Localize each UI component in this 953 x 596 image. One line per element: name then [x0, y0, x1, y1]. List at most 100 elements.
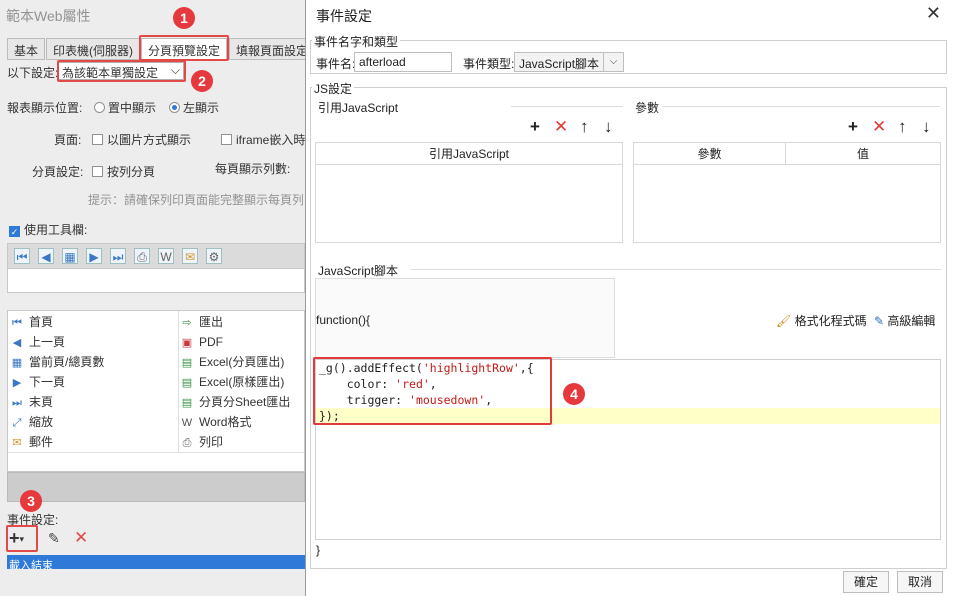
- js-script-label: JavaScript腳本: [318, 264, 399, 278]
- event-type-label: 事件類型:: [463, 57, 515, 71]
- advanced-edit-button[interactable]: ✎ 高級編輯: [874, 312, 935, 329]
- list-item-label: 首頁: [29, 315, 54, 329]
- divider: [411, 269, 941, 270]
- value-column-header[interactable]: 值: [786, 143, 940, 165]
- remove-js-icon[interactable]: ✕: [554, 118, 568, 136]
- event-type-select[interactable]: JavaScript腳本 ⌵: [514, 52, 624, 72]
- tab-fill-page[interactable]: 填報頁面設定: [229, 38, 316, 60]
- step-badge-2: 2: [191, 70, 213, 92]
- list-item[interactable]: ▤ Excel(分頁匯出): [180, 352, 285, 372]
- hint-text: 提示：請確保列印頁面能完整顯示每頁列: [88, 193, 303, 207]
- event-name-input[interactable]: afterload: [354, 52, 452, 72]
- add-js-icon[interactable]: +: [530, 118, 540, 136]
- event-type-value: JavaScript腳本: [519, 57, 600, 71]
- page-image-label: 以圖片方式顯示: [107, 133, 192, 147]
- export-icon: ⇨: [182, 317, 192, 329]
- list-item[interactable]: ▦ 當前頁/總頁數: [10, 352, 105, 372]
- gear-icon[interactable]: ⚙: [206, 248, 222, 264]
- params-table[interactable]: 參數 值: [633, 142, 941, 243]
- tab-basic[interactable]: 基本: [7, 38, 46, 60]
- first-page-icon[interactable]: ⏮: [14, 248, 30, 264]
- checkbox-icon: [92, 134, 103, 145]
- toolbar-preview: ⏮ ◀ ▦ ▶ ⏭ ⎙ W ✉ ⚙: [7, 243, 305, 269]
- event-settings-dialog: 事件設定 ✕ 事件名字和類型 事件名: afterload 事件類型: Java…: [305, 0, 953, 596]
- mail-icon[interactable]: ✉: [182, 248, 198, 264]
- list-item-label: 當前頁/總頁數: [29, 355, 105, 369]
- radio-left[interactable]: 左顯示: [169, 99, 219, 116]
- list-item[interactable]: ▣ PDF: [180, 332, 223, 352]
- highlight-box-4: [313, 357, 552, 425]
- next-page-icon[interactable]: ▶: [86, 248, 102, 264]
- move-up-icon[interactable]: ↑: [580, 118, 589, 136]
- params-column-header[interactable]: 參數: [634, 143, 786, 165]
- print-icon[interactable]: ⎙: [134, 248, 150, 264]
- list-item[interactable]: ▤ 分頁分Sheet匯出: [180, 392, 291, 412]
- list-item[interactable]: ▤ Excel(原樣匯出): [180, 372, 285, 392]
- edit-pencil-icon[interactable]: ✎: [48, 530, 60, 547]
- format-code-label: 格式化程式碼: [794, 314, 867, 328]
- page-iframe-checkbox[interactable]: iframe嵌入時: [221, 131, 305, 148]
- web-properties-window: 範本Web屬性 基本 印表機(伺服器) 分頁預覽設定 填報頁面設定 以下設定: …: [0, 0, 316, 596]
- function-open-text: function(){: [316, 313, 371, 327]
- page-count-icon[interactable]: ▦: [62, 248, 78, 264]
- highlight-box-2: [57, 60, 186, 82]
- last-page-icon: ⏭: [12, 397, 22, 409]
- function-close-text: }: [316, 543, 321, 557]
- cancel-button[interactable]: 取消: [897, 571, 943, 593]
- report-position-label: 報表顯示位置:: [7, 101, 83, 115]
- checkbox-icon: [92, 166, 103, 177]
- list-item-label: 縮放: [29, 415, 54, 429]
- format-code-button[interactable]: 🖌 格式化程式碼: [776, 312, 867, 329]
- page-image-checkbox[interactable]: 以圖片方式顯示: [92, 131, 191, 148]
- toolbar-blank-row: [7, 269, 305, 293]
- list-item[interactable]: W Word格式: [180, 412, 252, 432]
- list-item[interactable]: ▶ 下一頁: [10, 372, 65, 392]
- paging-column-checkbox[interactable]: 按列分頁: [92, 163, 155, 180]
- delete-icon[interactable]: ✕: [74, 528, 88, 548]
- params-label: 參數: [635, 101, 660, 115]
- paging-label: 分頁設定:: [32, 165, 84, 179]
- word-icon: W: [181, 417, 193, 429]
- js-settings-group-label: JS設定: [312, 80, 355, 97]
- ok-button[interactable]: 確定: [843, 571, 889, 593]
- brush-icon: 🖌: [776, 314, 792, 328]
- move-down-icon[interactable]: ↓: [922, 118, 931, 136]
- move-down-icon[interactable]: ↓: [604, 118, 613, 136]
- list-item[interactable]: ◀ 上一頁: [10, 332, 65, 352]
- prev-page-icon: ◀: [12, 337, 22, 349]
- list-item-label: 分頁分Sheet匯出: [199, 395, 291, 409]
- mail-icon: ✉: [12, 437, 22, 449]
- advanced-edit-label: 高級編輯: [887, 314, 936, 328]
- prev-page-icon[interactable]: ◀: [38, 248, 54, 264]
- tab-printer[interactable]: 印表機(伺服器): [46, 38, 140, 60]
- list-item[interactable]: ⎙ 列印: [180, 432, 223, 452]
- remove-param-icon[interactable]: ✕: [872, 118, 886, 136]
- event-list-item-selected[interactable]: 載入結束: [7, 555, 305, 569]
- excel-icon: ▤: [181, 377, 193, 389]
- radio-icon: [94, 102, 105, 113]
- list-item[interactable]: ⤢ 縮放: [10, 412, 53, 432]
- list-divider: [178, 311, 179, 452]
- step-badge-1: 1: [173, 7, 195, 29]
- list-item[interactable]: ⏭ 末頁: [10, 392, 53, 412]
- close-icon[interactable]: ✕: [926, 3, 941, 24]
- step-badge-4: 4: [563, 383, 585, 405]
- last-page-icon[interactable]: ⏭: [110, 248, 126, 264]
- list-item[interactable]: ⇨ 匯出: [180, 312, 223, 332]
- add-param-icon[interactable]: +: [848, 118, 858, 136]
- ref-js-table[interactable]: 引用JavaScript: [315, 142, 623, 243]
- list-item[interactable]: ✉ 郵件: [10, 432, 53, 452]
- word-icon[interactable]: W: [158, 248, 174, 264]
- list-item[interactable]: ⏮ 首頁: [10, 312, 53, 332]
- ref-js-column-header[interactable]: 引用JavaScript: [316, 143, 622, 165]
- list-item-label: 列印: [199, 435, 224, 449]
- radio-left-label: 左顯示: [183, 101, 220, 115]
- move-up-icon[interactable]: ↑: [898, 118, 907, 136]
- radio-center[interactable]: 置中顯示: [94, 99, 156, 116]
- checkbox-icon: [221, 134, 232, 145]
- dialog-title: 事件設定: [316, 8, 372, 24]
- window-title: 範本Web屬性: [6, 8, 91, 24]
- zoom-icon: ⤢: [12, 417, 22, 429]
- list-item-label: 匯出: [199, 315, 224, 329]
- use-toolbar-checkbox[interactable]: ✓ 使用工具欄:: [9, 221, 87, 238]
